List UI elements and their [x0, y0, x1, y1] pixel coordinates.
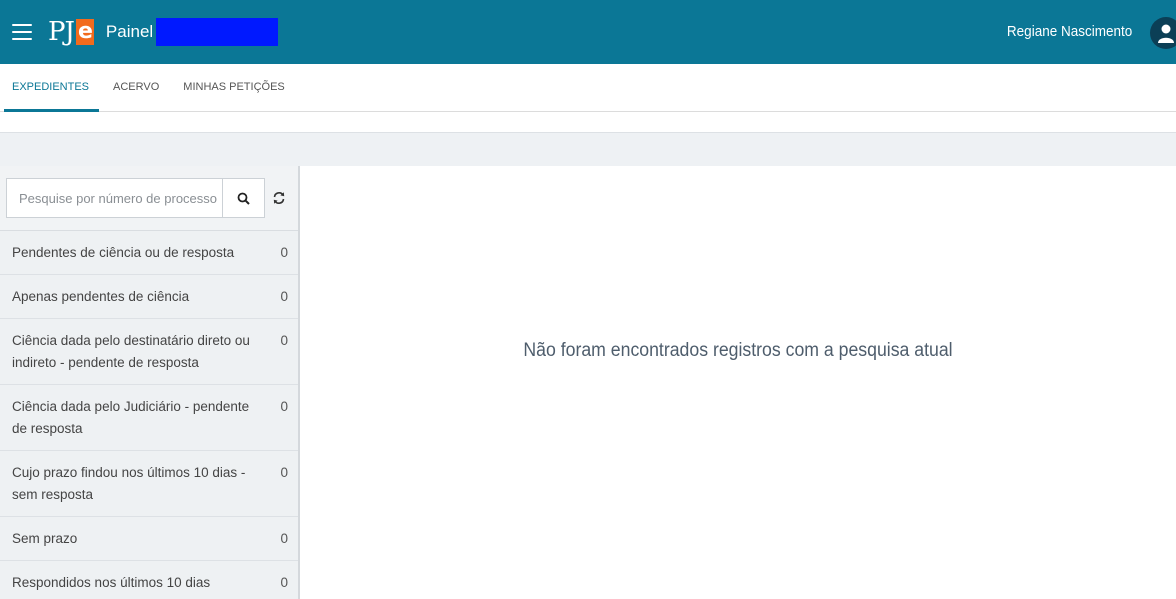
- empty-results-message: Não foram encontrados registros com a pe…: [523, 340, 953, 361]
- filter-label: Sem prazo: [12, 531, 78, 546]
- page-title: Painel: [105, 22, 154, 41]
- filter-item-respondidos[interactable]: Respondidos nos últimos 10 dias 0: [0, 561, 298, 599]
- user-name[interactable]: Regiane Nascimento: [1007, 0, 1132, 64]
- search-box: [6, 178, 265, 218]
- redacted-block: [156, 18, 279, 46]
- filter-label: Ciência dada pelo destinatário direto ou…: [12, 333, 250, 370]
- tab-expedientes[interactable]: EXPEDIENTES: [0, 63, 101, 112]
- search-icon: [237, 192, 250, 205]
- user-avatar-icon[interactable]: [1150, 17, 1176, 49]
- search-input[interactable]: [7, 179, 223, 217]
- tab-bar: EXPEDIENTES ACERVO MINHAS PETIÇÕES: [0, 64, 1176, 112]
- filter-count: 0: [280, 399, 288, 414]
- top-bar: PJ e Painel Regiane Nascimento: [0, 0, 1176, 64]
- search-row: [0, 166, 298, 231]
- logo-suffix: e: [75, 19, 94, 45]
- filter-list: Pendentes de ciência ou de resposta 0 Ap…: [0, 231, 298, 599]
- hamburger-menu-icon[interactable]: [12, 24, 32, 40]
- filter-count: 0: [280, 531, 288, 546]
- filter-label: Cujo prazo findou nos últimos 10 dias - …: [12, 465, 246, 502]
- filter-count: 0: [280, 289, 288, 304]
- refresh-icon: [273, 192, 285, 204]
- filter-item-ciencia-judiciario[interactable]: Ciência dada pelo Judiciário - pendente …: [0, 385, 298, 451]
- filter-label: Apenas pendentes de ciência: [12, 289, 190, 304]
- toolbar-strip: [0, 132, 1176, 166]
- filter-count: 0: [280, 575, 288, 590]
- refresh-button[interactable]: [265, 178, 293, 218]
- tab-minhas-peticoes[interactable]: MINHAS PETIÇÕES: [171, 63, 296, 111]
- filter-item-prazo-findou[interactable]: Cujo prazo findou nos últimos 10 dias - …: [0, 451, 298, 517]
- filter-count: 0: [280, 245, 288, 260]
- filter-item-apenas-pendentes-ciencia[interactable]: Apenas pendentes de ciência 0: [0, 275, 298, 319]
- search-button[interactable]: [222, 179, 264, 217]
- filter-count: 0: [280, 465, 288, 480]
- filter-item-ciencia-destinatario[interactable]: Ciência dada pelo destinatário direto ou…: [0, 319, 298, 385]
- filter-item-pendentes-ciencia-resposta[interactable]: Pendentes de ciência ou de resposta 0: [0, 231, 298, 275]
- filter-item-sem-prazo[interactable]: Sem prazo 0: [0, 517, 298, 561]
- logo-text: PJ: [48, 17, 75, 47]
- filter-label: Pendentes de ciência ou de resposta: [12, 245, 235, 260]
- filter-label: Respondidos nos últimos 10 dias: [12, 575, 211, 590]
- filter-sidebar: Pendentes de ciência ou de resposta 0 Ap…: [0, 166, 300, 599]
- tab-acervo[interactable]: ACERVO: [101, 63, 171, 111]
- filter-count: 0: [280, 333, 288, 348]
- pje-logo[interactable]: PJ e: [48, 12, 94, 52]
- filter-label: Ciência dada pelo Judiciário - pendente …: [12, 399, 250, 436]
